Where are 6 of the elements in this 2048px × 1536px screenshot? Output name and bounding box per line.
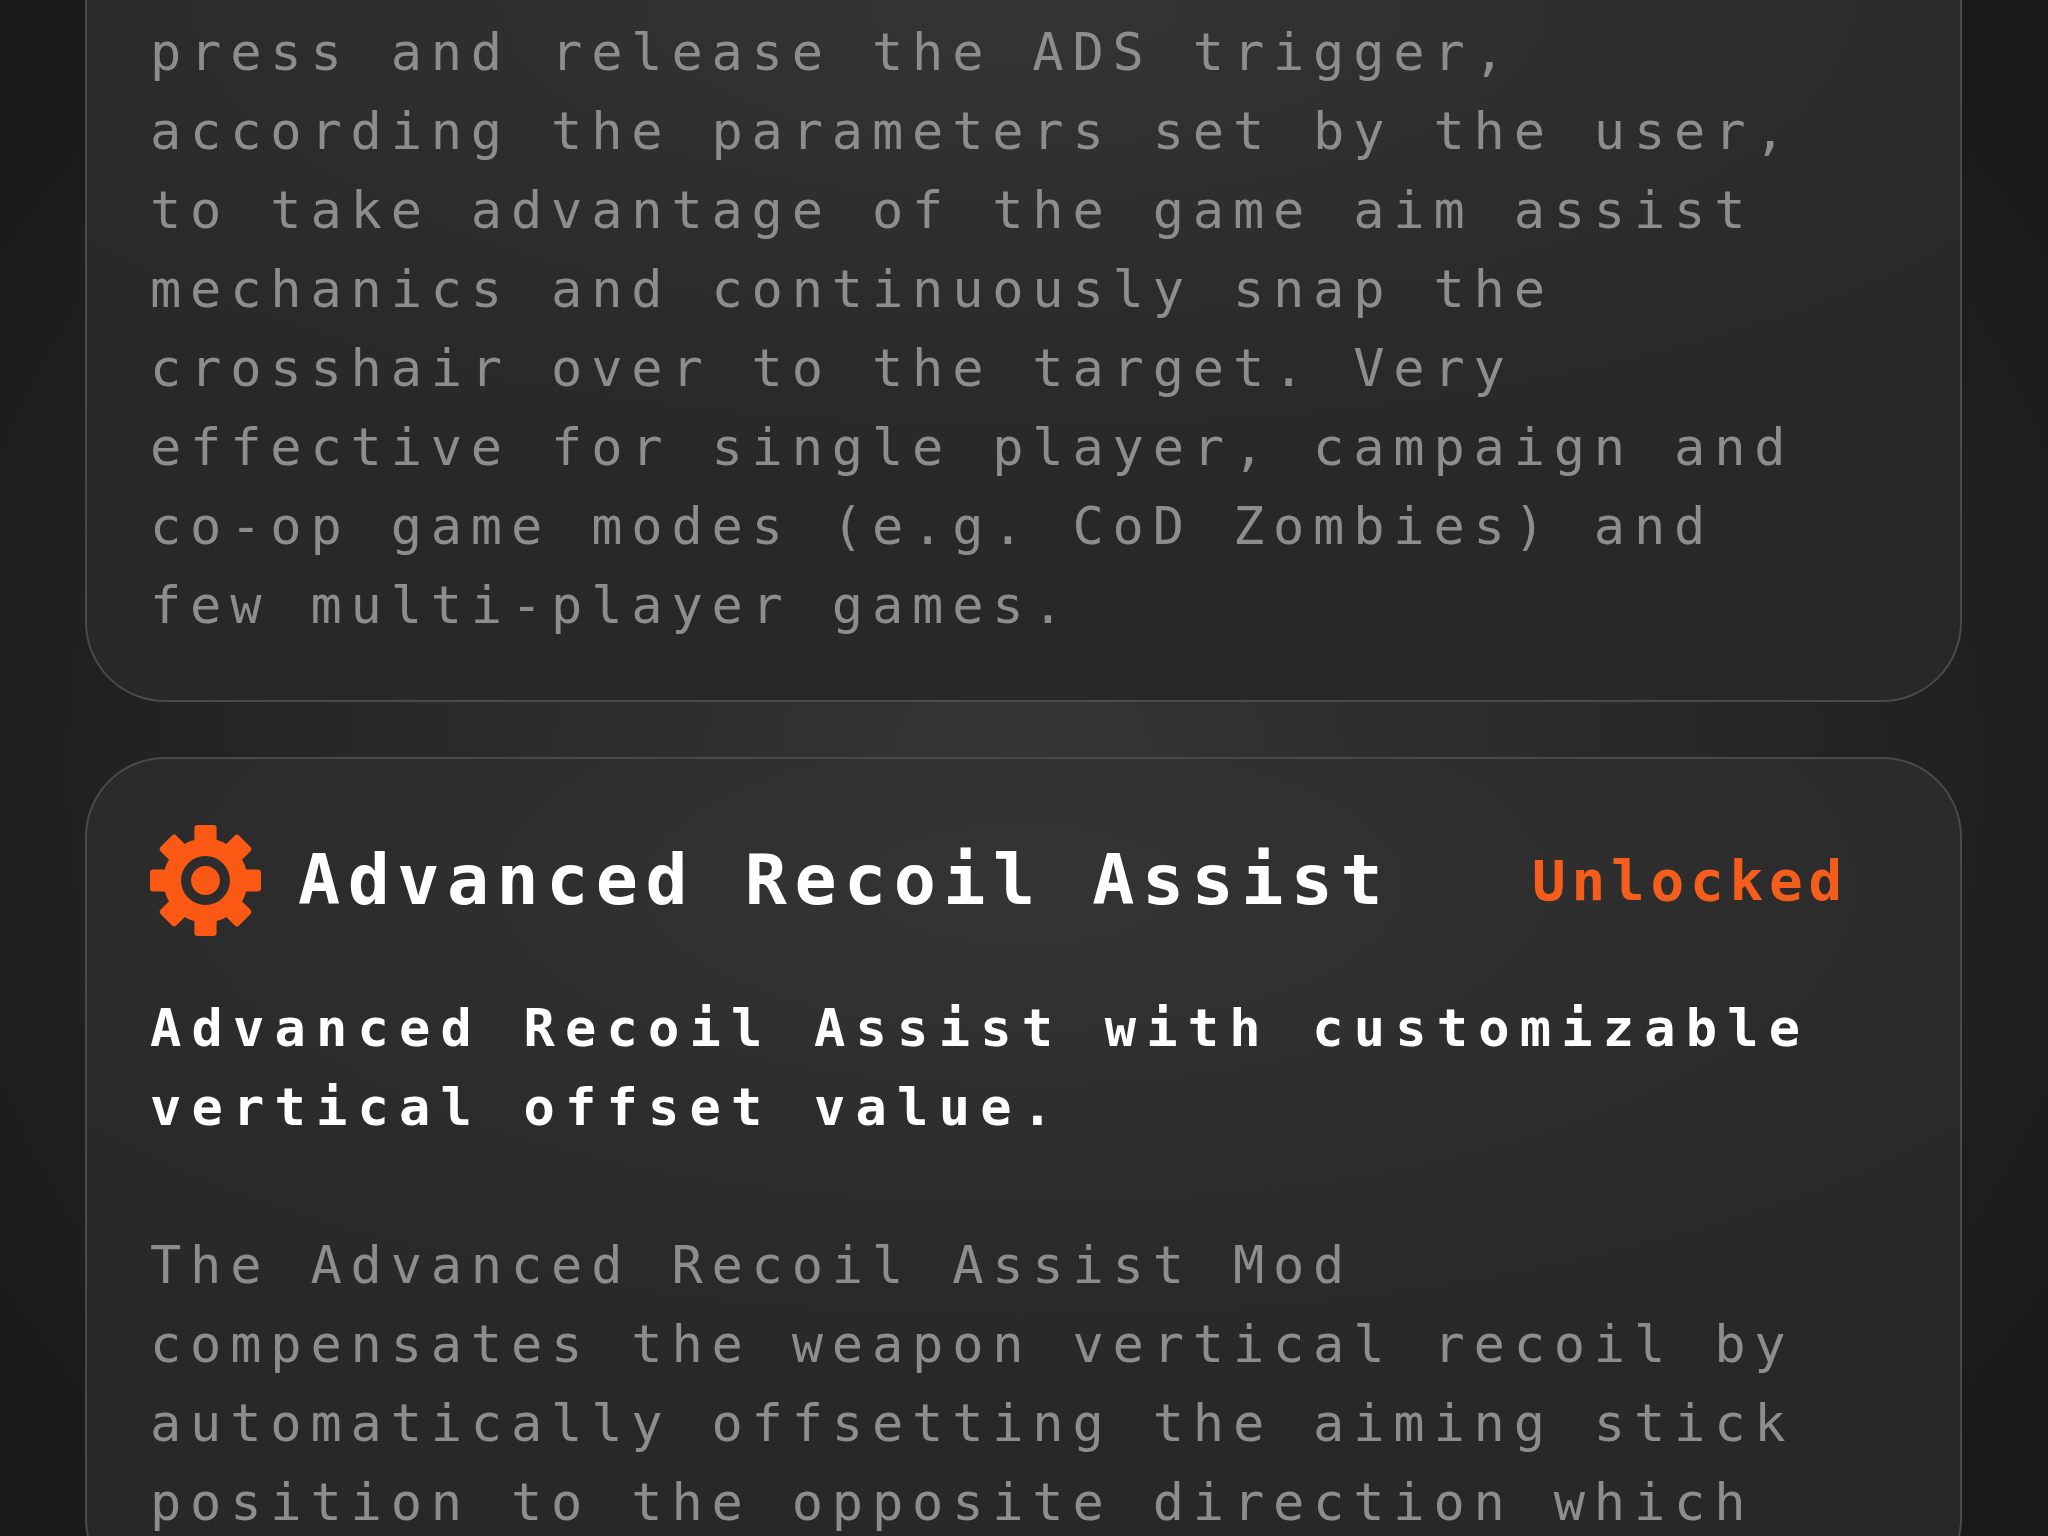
feature-summary: Advanced Recoil Assist with customizable vertical offset value.	[150, 997, 1812, 1139]
gear-icon	[150, 825, 261, 936]
feature-title: Advanced Recoil Assist	[298, 842, 1391, 919]
feature-description: The Advanced Recoil Assist Mod compensates the weapon vertical recoil by automatically offsetting the aiming stick position to the opposite direction which	[150, 1234, 1796, 1534]
feature-description: press and release the ADS trigger, according the parameters set by the user, to take advantage of the game aim assist mechanics and continuously snap the crosshair over to the target. Very effective for single player, campaign and co-op game modes (e.g. CoD Zombies) and few multi-player games.	[150, 21, 1796, 637]
status-label: Unlocked	[1531, 849, 1848, 912]
